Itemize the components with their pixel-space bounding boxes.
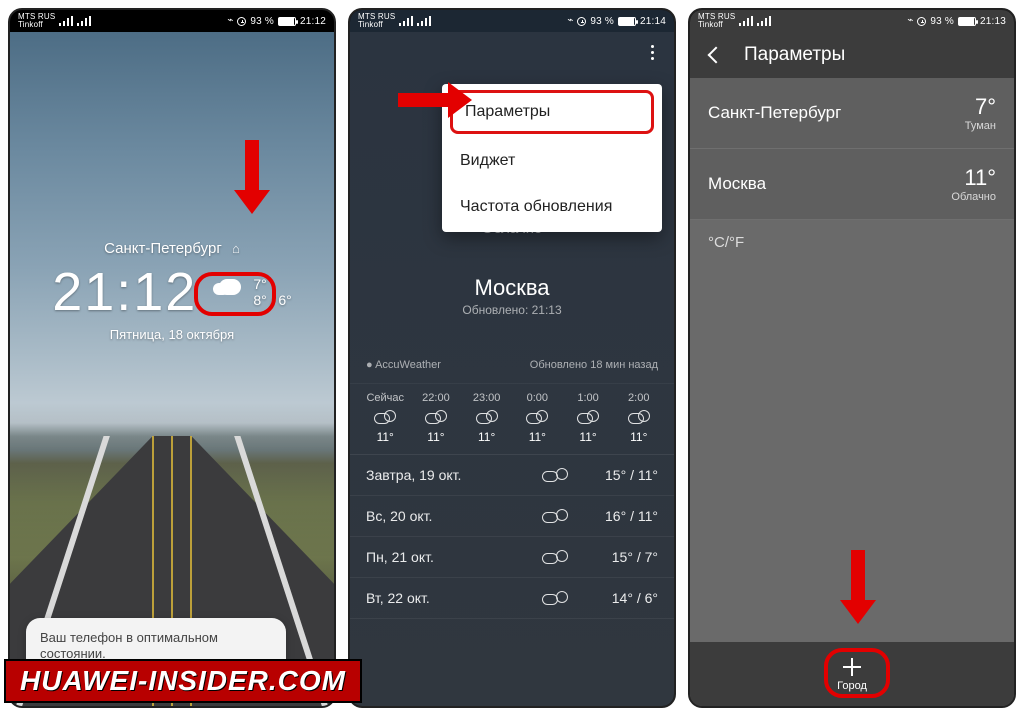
hourly-forecast[interactable]: Сейчас11° 22:0011° 23:0011° 0:0011° 1:00… [350, 384, 674, 455]
annotation-highlight [824, 648, 890, 698]
weather-clock-widget[interactable]: Санкт-Петербург ⌂ 21:12 7° 8° / 6° Пятни… [10, 240, 334, 342]
menu-item-frequency[interactable]: Частота обновления [442, 184, 662, 230]
daily-row: Вс, 20 окт.16° / 11° [350, 496, 674, 537]
annotation-arrow [232, 140, 272, 220]
hourly-item: 0:0011° [512, 392, 562, 444]
cloud-icon [542, 468, 568, 482]
bluetooth-icon: ⌁ [907, 16, 913, 26]
unit-toggle[interactable]: °C/°F [690, 220, 1014, 265]
cloud-icon [476, 410, 498, 424]
status-bar: MTS RUS Tinkoff ⌁ 93 % 21:14 [350, 10, 674, 32]
cloud-icon [577, 410, 599, 424]
battery-icon [618, 17, 636, 26]
daily-row: Завтра, 19 окт.15° / 11° [350, 455, 674, 496]
annotation-arrow [398, 80, 480, 120]
signal-icon [399, 16, 413, 26]
attribution[interactable]: ● AccuWeather [366, 359, 441, 371]
status-bar: MTS RUS Tinkoff ⌁ 93 % 21:12 [10, 10, 334, 32]
wallpaper [10, 32, 334, 706]
bluetooth-icon: ⌁ [567, 16, 573, 26]
hourly-item: 2:0011° [614, 392, 664, 444]
annotation-arrow [838, 550, 878, 630]
daily-row: Вт, 22 окт.14° / 6° [350, 578, 674, 619]
page-title: Параметры [744, 44, 845, 66]
status-bar: MTS RUS Tinkoff ⌁ 93 % 21:13 [690, 10, 1014, 32]
updated-label: Обновлено: 21:13 [350, 303, 674, 317]
alarm-icon [917, 17, 926, 26]
cloud-icon [526, 410, 548, 424]
widget-date: Пятница, 18 октября [10, 327, 334, 342]
signal-icon [757, 16, 771, 26]
city-heading: Москва [350, 275, 674, 301]
phone-lockscreen: MTS RUS Tinkoff ⌁ 93 % 21:12 [8, 8, 336, 708]
settings-header: Параметры [690, 32, 1014, 78]
battery-icon [278, 17, 296, 26]
alarm-icon [237, 17, 246, 26]
cloud-icon [425, 410, 447, 424]
overflow-menu-button[interactable] [638, 38, 666, 66]
home-icon: ⌂ [232, 241, 240, 256]
signal-icon [739, 16, 753, 26]
daily-forecast[interactable]: Завтра, 19 окт.15° / 11° Вс, 20 окт.16° … [350, 455, 674, 619]
bluetooth-icon: ⌁ [227, 16, 233, 26]
daily-row: Пн, 21 окт.15° / 7° [350, 537, 674, 578]
alarm-icon [577, 17, 586, 26]
widget-city: Санкт-Петербург [104, 240, 222, 257]
cloud-icon [542, 550, 568, 564]
hourly-item: Сейчас11° [360, 392, 410, 444]
hourly-item: 22:0011° [411, 392, 461, 444]
cloud-icon [542, 591, 568, 605]
battery-percent: 93 % [250, 16, 274, 27]
status-time: 21:12 [300, 16, 326, 27]
signal-icon [417, 16, 431, 26]
annotation-highlight [194, 272, 276, 316]
back-button[interactable] [706, 45, 726, 65]
city-row[interactable]: Москва 11° Облачно [690, 149, 1014, 220]
attribution-time: Обновлено 18 мин назад [530, 359, 658, 371]
menu-item-widget[interactable]: Виджет [442, 138, 662, 184]
hourly-item: 23:0011° [461, 392, 511, 444]
signal-icon [59, 16, 73, 26]
hourly-item: 1:0011° [563, 392, 613, 444]
cloud-icon [374, 410, 396, 424]
cloud-icon [542, 509, 568, 523]
signal-icon [77, 16, 91, 26]
menu-item-settings[interactable]: Параметры [450, 90, 654, 134]
carrier-secondary: Tinkoff [18, 21, 55, 29]
status-time: 21:14 [640, 16, 666, 27]
city-row[interactable]: Санкт-Петербург 7° Туман [690, 78, 1014, 149]
watermark: HUAWEI-INSIDER.COM [4, 659, 362, 703]
widget-clock[interactable]: 21:12 [52, 261, 197, 323]
status-time: 21:13 [980, 16, 1006, 27]
battery-icon [958, 17, 976, 26]
cloud-icon [628, 410, 650, 424]
